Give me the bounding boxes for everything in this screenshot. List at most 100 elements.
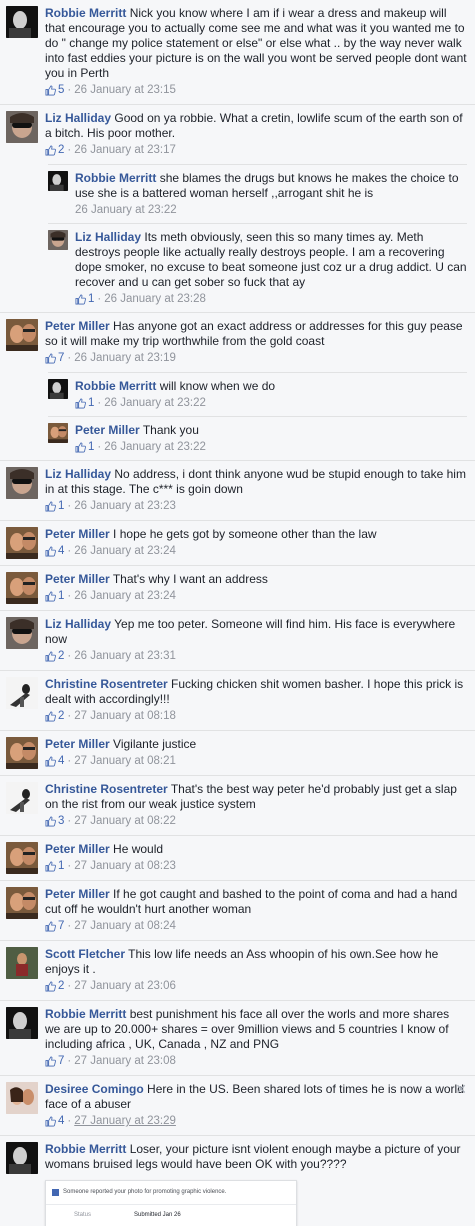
author-name[interactable]: Peter Miller (45, 572, 110, 586)
like-button[interactable]: 1 (45, 859, 67, 874)
comment-meta: 7 · 27 January at 23:08 (45, 1054, 467, 1069)
comment: Peter Miller If he got caught and bashed… (0, 880, 475, 940)
timestamp[interactable]: 27 January at 08:24 (74, 919, 176, 934)
avatar[interactable] (6, 1082, 38, 1114)
avatar[interactable] (48, 171, 68, 191)
like-button[interactable]: 2 (45, 143, 67, 158)
avatar[interactable] (6, 782, 38, 814)
comment: Peter Miller That's why I want an addres… (0, 565, 475, 610)
like-button[interactable]: 5 (45, 83, 67, 98)
author-name[interactable]: Robbie Merritt (45, 1142, 126, 1156)
timestamp[interactable]: 26 January at 23:17 (74, 143, 176, 158)
close-icon[interactable]: ✕ (455, 1082, 467, 1096)
avatar[interactable] (6, 467, 38, 499)
author-name[interactable]: Peter Miller (45, 842, 110, 856)
timestamp[interactable]: 27 January at 08:21 (74, 754, 176, 769)
timestamp[interactable]: 26 January at 23:31 (74, 649, 176, 664)
author-name[interactable]: Christine Rosentreter (45, 782, 168, 796)
timestamp[interactable]: 27 January at 23:08 (74, 1054, 176, 1069)
timestamp[interactable]: 26 January at 23:23 (74, 499, 176, 514)
comment-text: Vigilante justice (113, 737, 197, 751)
comment-text-line: Liz Halliday Yep me too peter. Someone w… (45, 617, 467, 647)
timestamp[interactable]: 27 January at 08:22 (74, 814, 176, 829)
author-name[interactable]: Robbie Merritt (45, 1007, 126, 1021)
timestamp[interactable]: 26 January at 23:24 (74, 544, 176, 559)
avatar[interactable] (6, 6, 38, 38)
timestamp[interactable]: 26 January at 23:22 (104, 396, 206, 411)
timestamp[interactable]: 27 January at 23:29 (74, 1114, 176, 1129)
author-name[interactable]: Robbie Merritt (75, 171, 156, 185)
thumbs-up-icon (75, 294, 86, 305)
author-name[interactable]: Peter Miller (75, 423, 140, 437)
author-name[interactable]: Liz Halliday (75, 230, 141, 244)
comment-body: Peter Miller Vigilante justice 4 · 27 Janua… (45, 737, 467, 769)
avatar[interactable] (6, 111, 38, 143)
like-button[interactable]: 1 (45, 589, 67, 604)
avatar[interactable] (6, 617, 38, 649)
avatar[interactable] (6, 737, 38, 769)
avatar[interactable] (6, 527, 38, 559)
author-name[interactable]: Christine Rosentreter (45, 677, 168, 691)
avatar[interactable] (6, 1142, 38, 1174)
like-button[interactable]: 7 (45, 351, 67, 366)
like-button[interactable]: 1 (75, 396, 97, 411)
author-name[interactable]: Scott Fletcher (45, 947, 125, 961)
timestamp[interactable]: 27 January at 23:06 (74, 979, 176, 994)
avatar[interactable] (6, 572, 38, 604)
like-button[interactable]: 2 (45, 979, 67, 994)
timestamp[interactable]: 26 January at 23:22 (75, 203, 177, 218)
like-button[interactable]: 4 (45, 754, 67, 769)
author-name[interactable]: Peter Miller (45, 887, 110, 901)
author-name[interactable]: Liz Halliday (45, 111, 111, 125)
author-name[interactable]: Robbie Merritt (75, 379, 156, 393)
comment: Peter Miller Has anyone got an exact add… (0, 312, 475, 372)
thumbs-up-icon (45, 981, 56, 992)
separator-dot: · (67, 590, 72, 602)
comment-body: Christine Rosentreter Fucking chicken sh… (45, 677, 467, 724)
timestamp[interactable]: 27 January at 08:23 (74, 859, 176, 874)
report-screenshot: Someone reported your photo for promotin… (45, 1180, 297, 1226)
avatar[interactable] (6, 319, 38, 351)
like-button[interactable]: 7 (45, 1054, 67, 1069)
like-button[interactable]: 1 (75, 292, 97, 307)
timestamp[interactable]: 26 January at 23:15 (74, 83, 176, 98)
author-name[interactable]: Liz Halliday (45, 617, 111, 631)
author-name[interactable]: Liz Halliday (45, 467, 111, 481)
author-name[interactable]: Robbie Merritt (45, 6, 126, 20)
author-name[interactable]: Peter Miller (45, 737, 110, 751)
avatar[interactable] (48, 423, 68, 443)
timestamp[interactable]: 27 January at 08:18 (74, 709, 176, 724)
like-button[interactable]: 2 (45, 649, 67, 664)
author-name[interactable]: Desiree Comingo (45, 1082, 144, 1096)
like-button[interactable]: 3 (45, 814, 67, 829)
like-button[interactable]: 4 (45, 1114, 67, 1129)
like-button[interactable]: 1 (45, 499, 67, 514)
comment-body: Liz Halliday Good on ya robbie. What a c… (45, 111, 467, 158)
avatar[interactable] (6, 677, 38, 709)
timestamp[interactable]: 26 January at 23:19 (74, 351, 176, 366)
thumbs-up-icon (45, 546, 56, 557)
comment-meta: 2 · 26 January at 23:31 (45, 649, 467, 664)
like-count: 7 (58, 920, 65, 932)
timestamp[interactable]: 26 January at 23:28 (104, 292, 206, 307)
avatar[interactable] (6, 1007, 38, 1039)
author-name[interactable]: Peter Miller (45, 319, 110, 333)
avatar[interactable] (48, 379, 68, 399)
reply: Robbie Merritt she blames the drugs but … (48, 164, 467, 223)
avatar[interactable] (6, 887, 38, 919)
like-button[interactable]: 2 (45, 709, 67, 724)
avatar[interactable] (6, 842, 38, 874)
avatar[interactable] (48, 230, 68, 250)
timestamp[interactable]: 26 January at 23:22 (104, 440, 206, 455)
timestamp[interactable]: 26 January at 23:24 (74, 589, 176, 604)
thumbs-up-icon (45, 711, 56, 722)
comment-meta: 7 · 27 January at 08:24 (45, 919, 467, 934)
like-button[interactable]: 1 (75, 440, 97, 455)
comment-meta: 1 · 26 January at 23:28 (75, 292, 467, 307)
avatar[interactable] (6, 947, 38, 979)
like-button[interactable]: 7 (45, 919, 67, 934)
author-name[interactable]: Peter Miller (45, 527, 110, 541)
comment-body: Desiree Comingo Here in the US. Been sha… (45, 1082, 467, 1129)
like-button[interactable]: 4 (45, 544, 67, 559)
reply-text-line: Peter Miller Thank you (75, 423, 467, 438)
